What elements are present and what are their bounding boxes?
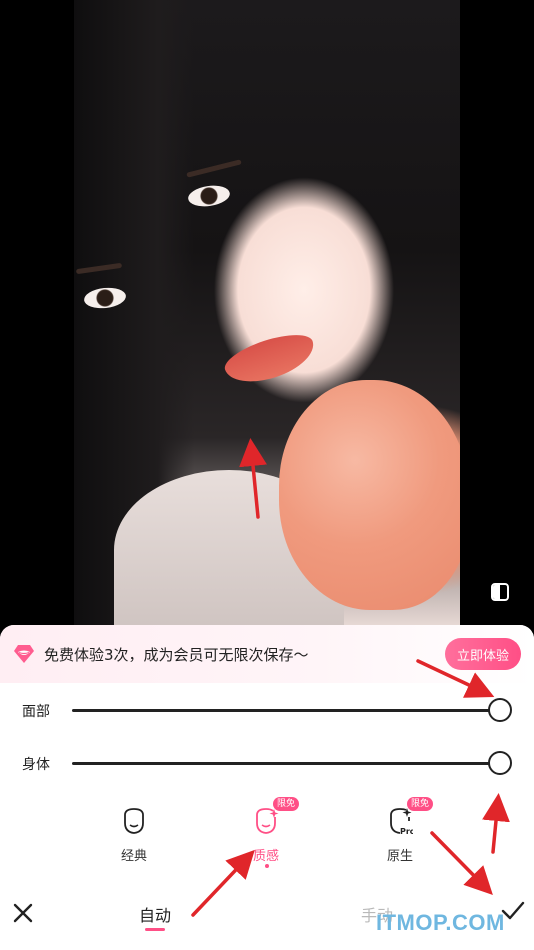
face-slider-row: 面部 [0,690,534,730]
face-slider-knob[interactable] [488,698,512,722]
photo-plush-toy [279,380,460,610]
mode-classic-label: 经典 [120,849,147,864]
portrait-photo [74,0,460,625]
close-icon[interactable] [12,902,34,924]
mode-classic[interactable]: 经典 [99,803,169,873]
body-slider-row: 身体 [0,743,534,783]
face-slider-track[interactable] [72,709,502,712]
mode-native[interactable]: Pro 限免 原生 [365,797,435,873]
mode-texture-label: 质感 [252,849,279,864]
body-slider-track[interactable] [72,762,502,765]
face-pro-icon: Pro [390,808,413,835]
mode-texture[interactable]: 限免 质感 [231,797,301,873]
diamond-lips-icon [14,645,34,663]
watermark-text: ITMOP.COM [376,910,505,935]
tab-auto[interactable]: 自动 [139,902,171,926]
mode-selector: 经典 限免 质感 Pro 限免 原生 [0,797,534,873]
photo-preview-area [0,0,534,632]
mode-native-label: 原生 [386,849,413,864]
face-slider-label: 面部 [22,704,50,720]
try-now-button[interactable]: 立即体验 [445,638,521,670]
photo-eyebrow [186,159,242,178]
free-badge: 限免 [407,797,434,811]
promo-banner: 免费体验3次，成为会员可无限次保存～ 立即体验 [0,625,534,683]
free-badge: 限免 [273,797,300,811]
face-sparkle-icon [256,808,279,834]
beauty-panel: 免费体验3次，成为会员可无限次保存～ 立即体验 面部 身体 经典 限免 质感 P… [0,625,534,950]
compare-icon[interactable] [491,583,509,601]
photo-lips [220,326,320,392]
promo-text: 免费体验3次，成为会员可无限次保存～ [44,646,309,664]
body-slider-knob[interactable] [488,751,512,775]
face-outline-icon [124,808,144,834]
body-slider-label: 身体 [22,757,50,773]
selected-indicator-dot [265,864,269,868]
tab-active-underline [145,928,165,931]
pro-text: Pro [400,827,413,835]
